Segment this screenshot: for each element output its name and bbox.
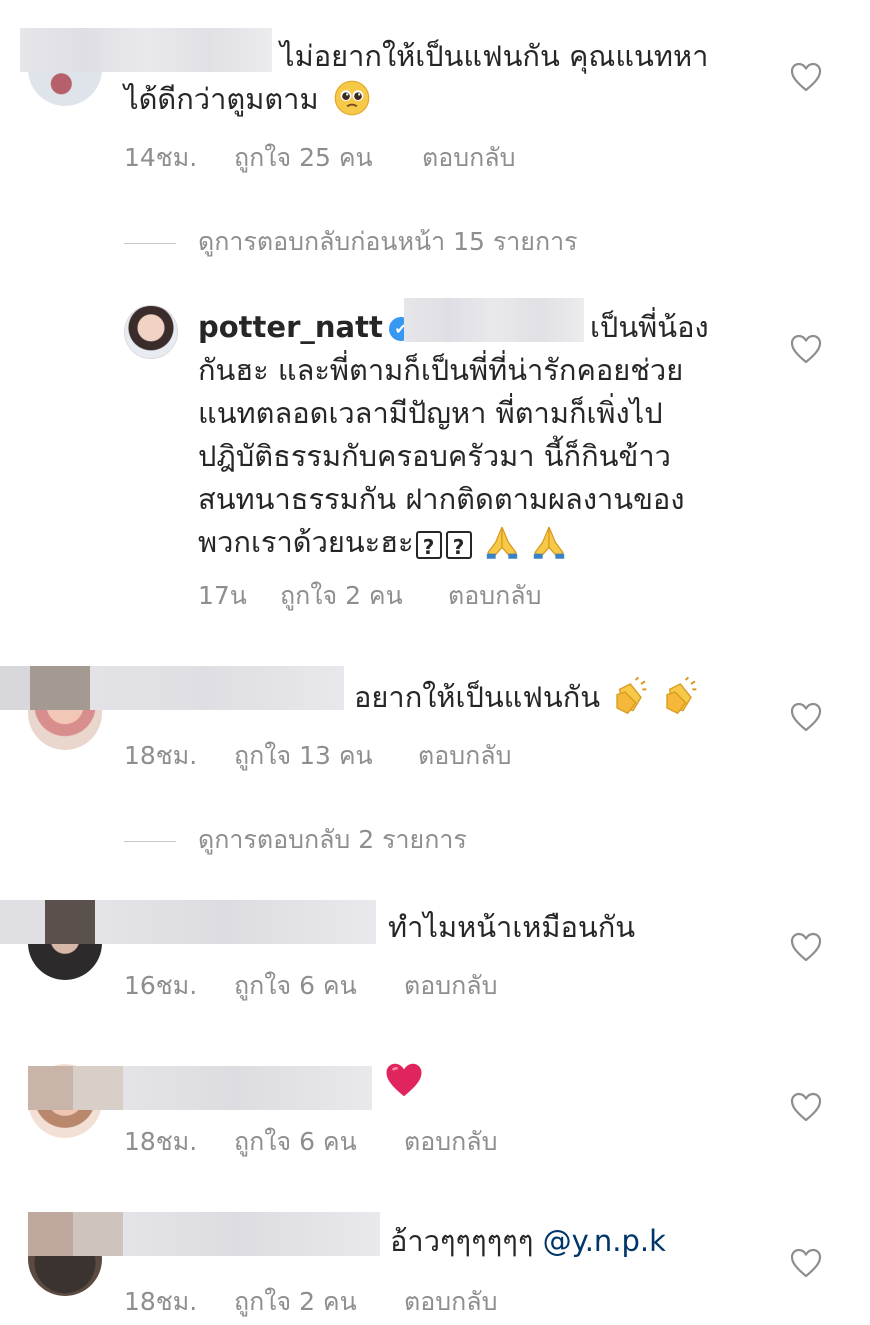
reply-button[interactable]: ตอบกลับ [404,1282,497,1322]
reply-button[interactable]: ตอบกลับ [448,576,541,616]
username-redacted [28,1212,380,1256]
likes-count[interactable]: ถูกใจ 2 คน [234,1282,357,1322]
comment-text: อ้าวๆๆๆๆๆๆ @y.n.p.k [390,1224,666,1258]
clapping-hands-icon [616,676,647,715]
comment-text: ไม่อยากให้เป็นแฟนกัน คุณแนทหา [280,39,709,73]
comment-text [384,1060,424,1102]
pleading-face-icon [334,80,370,116]
likes-count[interactable]: ถูกใจ 6 คน [234,1122,357,1162]
like-heart-icon[interactable] [790,62,822,92]
mention-redacted [404,298,584,342]
timestamp: 18ชม. [124,1127,198,1156]
red-heart-icon [386,1063,422,1097]
reply-text-line4: ปฎิบัติธรรมกับครอบครัวมา นี้ก็กินข้าว [198,439,671,473]
reply-text-line2: กันฮะ และพี่ตามก็เป็นพี่ที่น่ารักคอยช่วย [198,353,684,387]
reply-button[interactable]: ตอบกลับ [404,1122,497,1162]
like-heart-icon[interactable] [790,1092,822,1122]
reply-button[interactable]: ตอบกลับ [418,736,511,776]
comment-text: ทำไมหน้าเหมือนกัน [388,910,636,944]
view-replies[interactable]: ดูการตอบกลับ 2 รายการ [124,820,467,860]
divider-line [124,242,176,244]
like-heart-icon[interactable] [790,932,822,962]
reply-text-line6: พวกเราด้วยนะฮะ?? [198,521,568,563]
timestamp: 17น [198,581,247,610]
comment-meta: 16ชม. ถูกใจ 6 คน ตอบกลับ [124,966,624,1000]
reply-button[interactable]: ตอบกลับ [404,966,497,1006]
reply-text-line5: สนทนาธรรมกัน ฝากติดตามผลงานของ [198,482,685,516]
username-redacted [0,666,344,710]
folded-hands-icon [533,526,565,559]
view-previous-replies[interactable]: ดูการตอบกลับก่อนหน้า 15 รายการ [124,222,578,262]
comment-text: อยากให้เป็นแฟนกัน [354,676,699,718]
likes-count[interactable]: ถูกใจ 25 คน [234,138,373,178]
like-heart-icon[interactable] [790,334,822,364]
comment-text-line2: ได้ดีกว่าตูมตาม [124,78,370,120]
comment-meta: 18ชม. ถูกใจ 13 คน ตอบกลับ [124,736,624,770]
reply-button[interactable]: ตอบกลับ [422,138,515,178]
username-redacted [20,28,272,72]
mention-link[interactable]: @y.n.p.k [543,1224,666,1258]
comment-meta: 14ชม. ถูกใจ 25 คน ตอบกลับ [124,138,624,172]
reply-meta: 17น ถูกใจ 2 คน ตอบกลับ [198,576,698,610]
unknown-glyph-box: ? [445,531,472,559]
timestamp: 16ชม. [124,971,198,1000]
username-redacted [0,900,376,944]
username[interactable]: potter_natt [198,310,383,344]
likes-count[interactable]: ถูกใจ 13 คน [234,736,373,776]
username-redacted [28,1066,372,1110]
avatar[interactable] [124,305,178,359]
folded-hands-icon [486,526,517,559]
reply-text-line1: เป็นพี่น้อง [590,310,709,344]
reply-text-line3: แนทตลอดเวลามีปัญหา พี่ตามก็เพิ่งไป [198,396,663,430]
divider-line [124,840,176,842]
like-heart-icon[interactable] [790,702,822,732]
clapping-hands-icon [665,676,696,715]
timestamp: 14ชม. [124,143,198,172]
unknown-glyph-box: ? [415,531,442,559]
likes-count[interactable]: ถูกใจ 2 คน [280,576,403,616]
timestamp: 18ชม. [124,741,198,770]
timestamp: 18ชม. [124,1287,198,1316]
like-heart-icon[interactable] [790,1248,822,1278]
comment-meta: 18ชม. ถูกใจ 6 คน ตอบกลับ [124,1122,624,1156]
reply-username-line: potter_natt ✔ [198,306,417,348]
comment-meta: 18ชม. ถูกใจ 2 คน ตอบกลับ [124,1282,624,1316]
likes-count[interactable]: ถูกใจ 6 คน [234,966,357,1006]
